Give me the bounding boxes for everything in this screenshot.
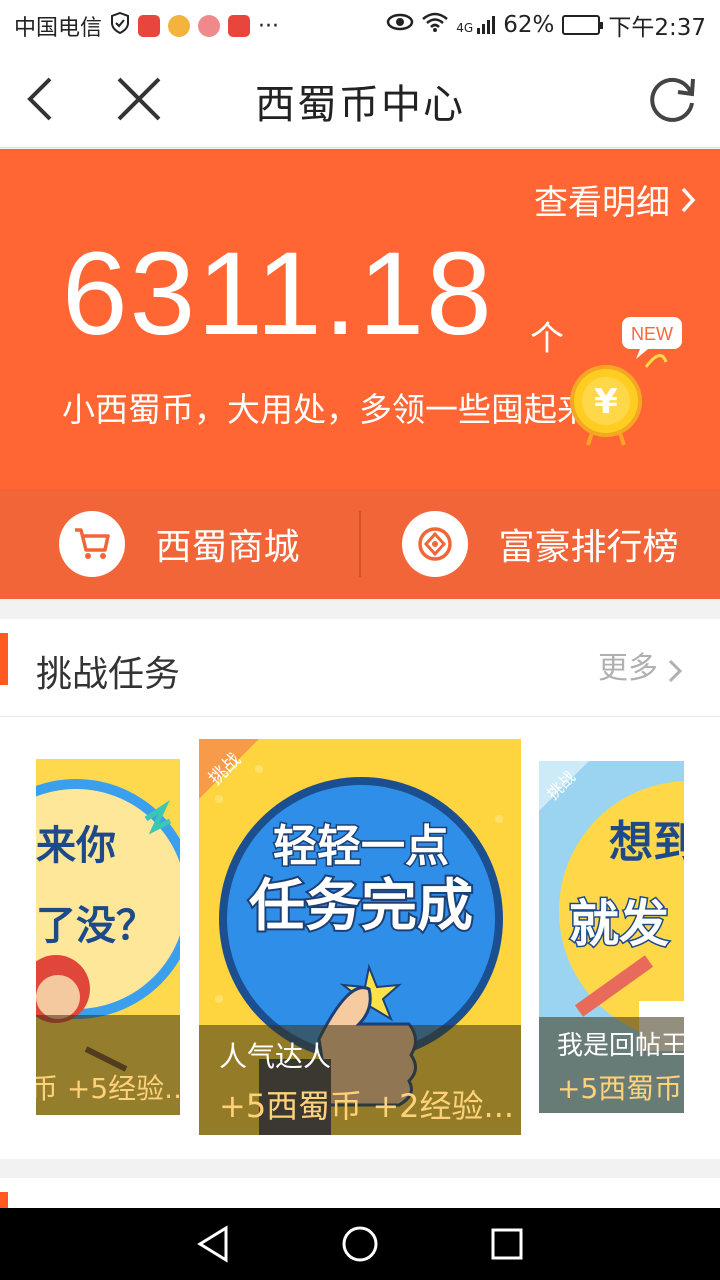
section-title: 挑战任务 [36,654,181,695]
phoenix-app-icon [228,15,251,37]
card-art-text: 任务完成 [249,874,473,939]
balance-unit: 个 [530,319,564,359]
screen: 中国电信 ··· 4G 62% 下午2:37 西蜀币中心 查看明细 6311.1… [0,0,720,1280]
view-details-link[interactable]: 查看明细 [534,175,696,224]
news-app-icon [138,15,161,37]
task-name: 我是回帖王 [557,1031,684,1061]
clock: 下午2:37 [608,15,706,41]
system-nav-bar [0,1208,720,1280]
chevron-right-icon [681,187,696,212]
coin-mascot[interactable]: NEW ¥ [566,317,686,447]
vpn-shield-icon [110,11,130,40]
task-card[interactable]: 挑战 轻轻一点 任务完成 人气达人 +5西蜀币 +2经验... [199,739,521,1135]
refresh-button[interactable] [646,72,700,126]
task-card-info: 我是回帖王 +5西蜀币 [539,1017,684,1113]
quick-links: 西蜀商城 富豪排行榜 [0,489,720,599]
challenge-section: 挑战任务 更多 来你 了没？ 币 +5经验... 挑战 轻轻一点 任务完成 人气… [0,619,720,1159]
ranking-link[interactable]: 富豪排行榜 [361,489,720,599]
page-title: 西蜀币中心 [255,82,465,128]
home-circle-icon[interactable] [341,1225,379,1263]
coin-symbol: ¥ [594,382,618,422]
eye-comfort-icon [386,12,414,38]
new-badge-text: NEW [631,324,673,344]
task-name: 人气达人 [219,1040,332,1073]
more-chevron-icon[interactable] [668,659,682,683]
ranking-icon [402,511,469,577]
section-accent-bar [0,633,8,685]
card-art-text: 轻轻一点 [273,821,449,872]
task-card[interactable]: 挑战 想到 就发 我是回帖王 +5西蜀币 [539,761,684,1113]
mall-label: 西蜀商城 [155,527,300,568]
nav-bar: 西蜀币中心 [0,50,720,148]
slogan-text: 小西蜀币，大用处，多领一些囤起来! [62,390,604,429]
signal-icon: 4G [456,16,496,35]
view-details-label: 查看明细 [534,183,670,223]
network-type-label: 4G [456,21,474,35]
card-art-text: 了没？ [36,903,156,949]
more-link[interactable]: 更多 [598,643,658,687]
task-reward: +5西蜀币 +2经验... [219,1087,515,1125]
carrier-label: 中国电信 [14,16,103,41]
task-card-info: 币 +5经验... [36,1015,180,1115]
monkey-app-icon [168,15,191,37]
card-art-text: 就发 [569,895,669,953]
recents-square-icon[interactable] [490,1227,524,1261]
card-art-text: 想到 [609,817,684,868]
battery-percent: 62% [503,12,555,38]
task-card[interactable]: 来你 了没？ 币 +5经验... [36,759,180,1115]
swirl-app-icon [198,15,221,37]
back-triangle-icon[interactable] [196,1225,230,1263]
mall-link[interactable]: 西蜀商城 [0,489,359,599]
status-bar: 中国电信 ··· 4G 62% 下午2:37 [0,0,720,50]
cart-icon [59,511,126,577]
wifi-icon [422,11,449,39]
task-reward: +5西蜀币 [557,1072,683,1105]
task-reward: 币 +5经验... [36,1072,180,1105]
battery-icon [562,15,604,35]
task-card-info: 人气达人 +5西蜀币 +2经验... [199,1025,521,1135]
coin-balance: 6311.18 [62,228,494,360]
card-art-text: 来你 [36,823,116,869]
ranking-label: 富豪排行榜 [498,527,679,568]
coin-mascot-icon: NEW ¥ [570,317,682,446]
refresh-icon [650,78,695,122]
balance-header: 查看明细 6311.18 个 小西蜀币，大用处，多领一些囤起来! NEW ¥ [0,149,720,489]
challenge-header: 挑战任务 更多 [0,619,720,717]
more-notifications-icon: ··· [258,13,279,39]
